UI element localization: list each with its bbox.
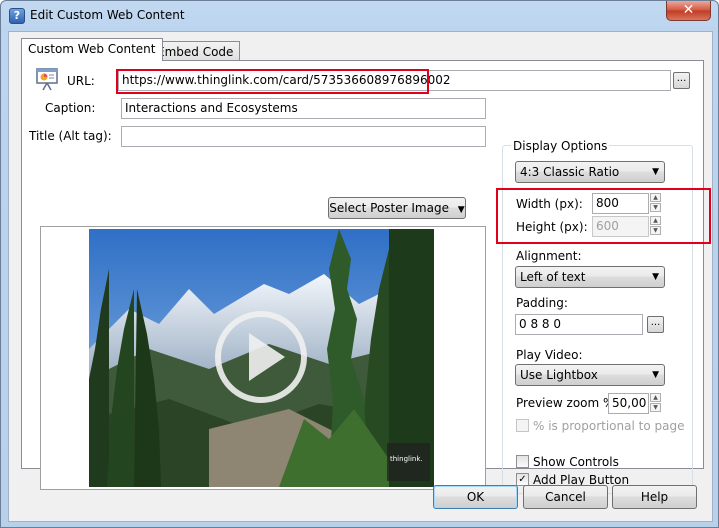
preview-zoom-stepper[interactable]: ▲ ▼: [650, 393, 661, 413]
size-highlight: [496, 188, 711, 244]
checkmark-icon: ✓: [518, 474, 527, 485]
ratio-dropdown[interactable]: 4:3 Classic Ratio ▼: [515, 161, 665, 183]
close-button[interactable]: ✕: [666, 1, 711, 21]
triangle-down-icon: ▼: [652, 370, 659, 380]
play-video-value: Use Lightbox: [520, 368, 598, 382]
play-video-label: Play Video:: [516, 348, 583, 362]
titlebar[interactable]: ? Edit Custom Web Content ✕: [1, 1, 718, 31]
url-highlight: [116, 69, 429, 94]
preview-zoom-label: Preview zoom %:: [516, 396, 619, 410]
ok-button[interactable]: OK: [433, 485, 518, 509]
cancel-button[interactable]: Cancel: [523, 485, 608, 509]
tab-panel: URL: https://www.thinglink.com/card/5735…: [21, 60, 711, 494]
help-button[interactable]: Help: [612, 485, 697, 509]
tab-embed-code[interactable]: Embed Code: [150, 41, 241, 61]
triangle-down-icon: ▼: [457, 205, 465, 215]
question-icon: ?: [9, 8, 25, 24]
spin-down-icon[interactable]: ▼: [650, 403, 661, 412]
dialog-window: ? Edit Custom Web Content ✕ Custom Web C…: [0, 0, 719, 528]
triangle-down-icon: ▼: [652, 272, 659, 282]
caption-field[interactable]: Interactions and Ecosystems: [121, 98, 486, 119]
alignment-dropdown[interactable]: Left of text ▼: [515, 266, 665, 288]
alignment-label: Alignment:: [516, 249, 582, 263]
padding-field[interactable]: 0 8 8 0: [515, 314, 643, 335]
preview-zoom-field[interactable]: 50,00: [608, 393, 649, 414]
url-browse-button[interactable]: ...: [673, 72, 690, 89]
dialog-client: Custom Web Content Embed Code URL: https…: [8, 31, 713, 522]
show-controls-label[interactable]: Show Controls: [533, 455, 619, 469]
select-poster-image-button[interactable]: Select Poster Image ▼: [328, 197, 466, 219]
presentation-board-icon: [34, 67, 60, 93]
select-poster-label: Select Poster Image: [329, 201, 449, 215]
watermark-text: thinglink.: [390, 455, 423, 463]
title-alt-label: Title (Alt tag):: [29, 129, 112, 143]
poster-preview: thinglink.: [40, 226, 486, 490]
play-video-dropdown[interactable]: Use Lightbox ▼: [515, 364, 665, 386]
show-controls-checkbox[interactable]: [516, 455, 529, 468]
display-options-label: Display Options: [511, 139, 610, 153]
padding-browse-button[interactable]: ...: [647, 316, 664, 333]
window-title: Edit Custom Web Content: [30, 8, 185, 22]
tab-custom-web-content[interactable]: Custom Web Content: [21, 38, 163, 61]
poster-image: thinglink.: [89, 229, 434, 487]
spin-up-icon[interactable]: ▲: [650, 393, 661, 402]
triangle-down-icon: ▼: [652, 167, 659, 177]
alignment-value: Left of text: [520, 270, 586, 284]
padding-label: Padding:: [516, 296, 568, 310]
title-alt-field[interactable]: [121, 126, 486, 147]
caption-label: Caption:: [45, 101, 96, 115]
proportional-label: % is proportional to page: [533, 419, 685, 433]
ratio-value: 4:3 Classic Ratio: [520, 165, 620, 179]
url-label: URL:: [67, 74, 95, 88]
proportional-checkbox: [516, 419, 529, 432]
